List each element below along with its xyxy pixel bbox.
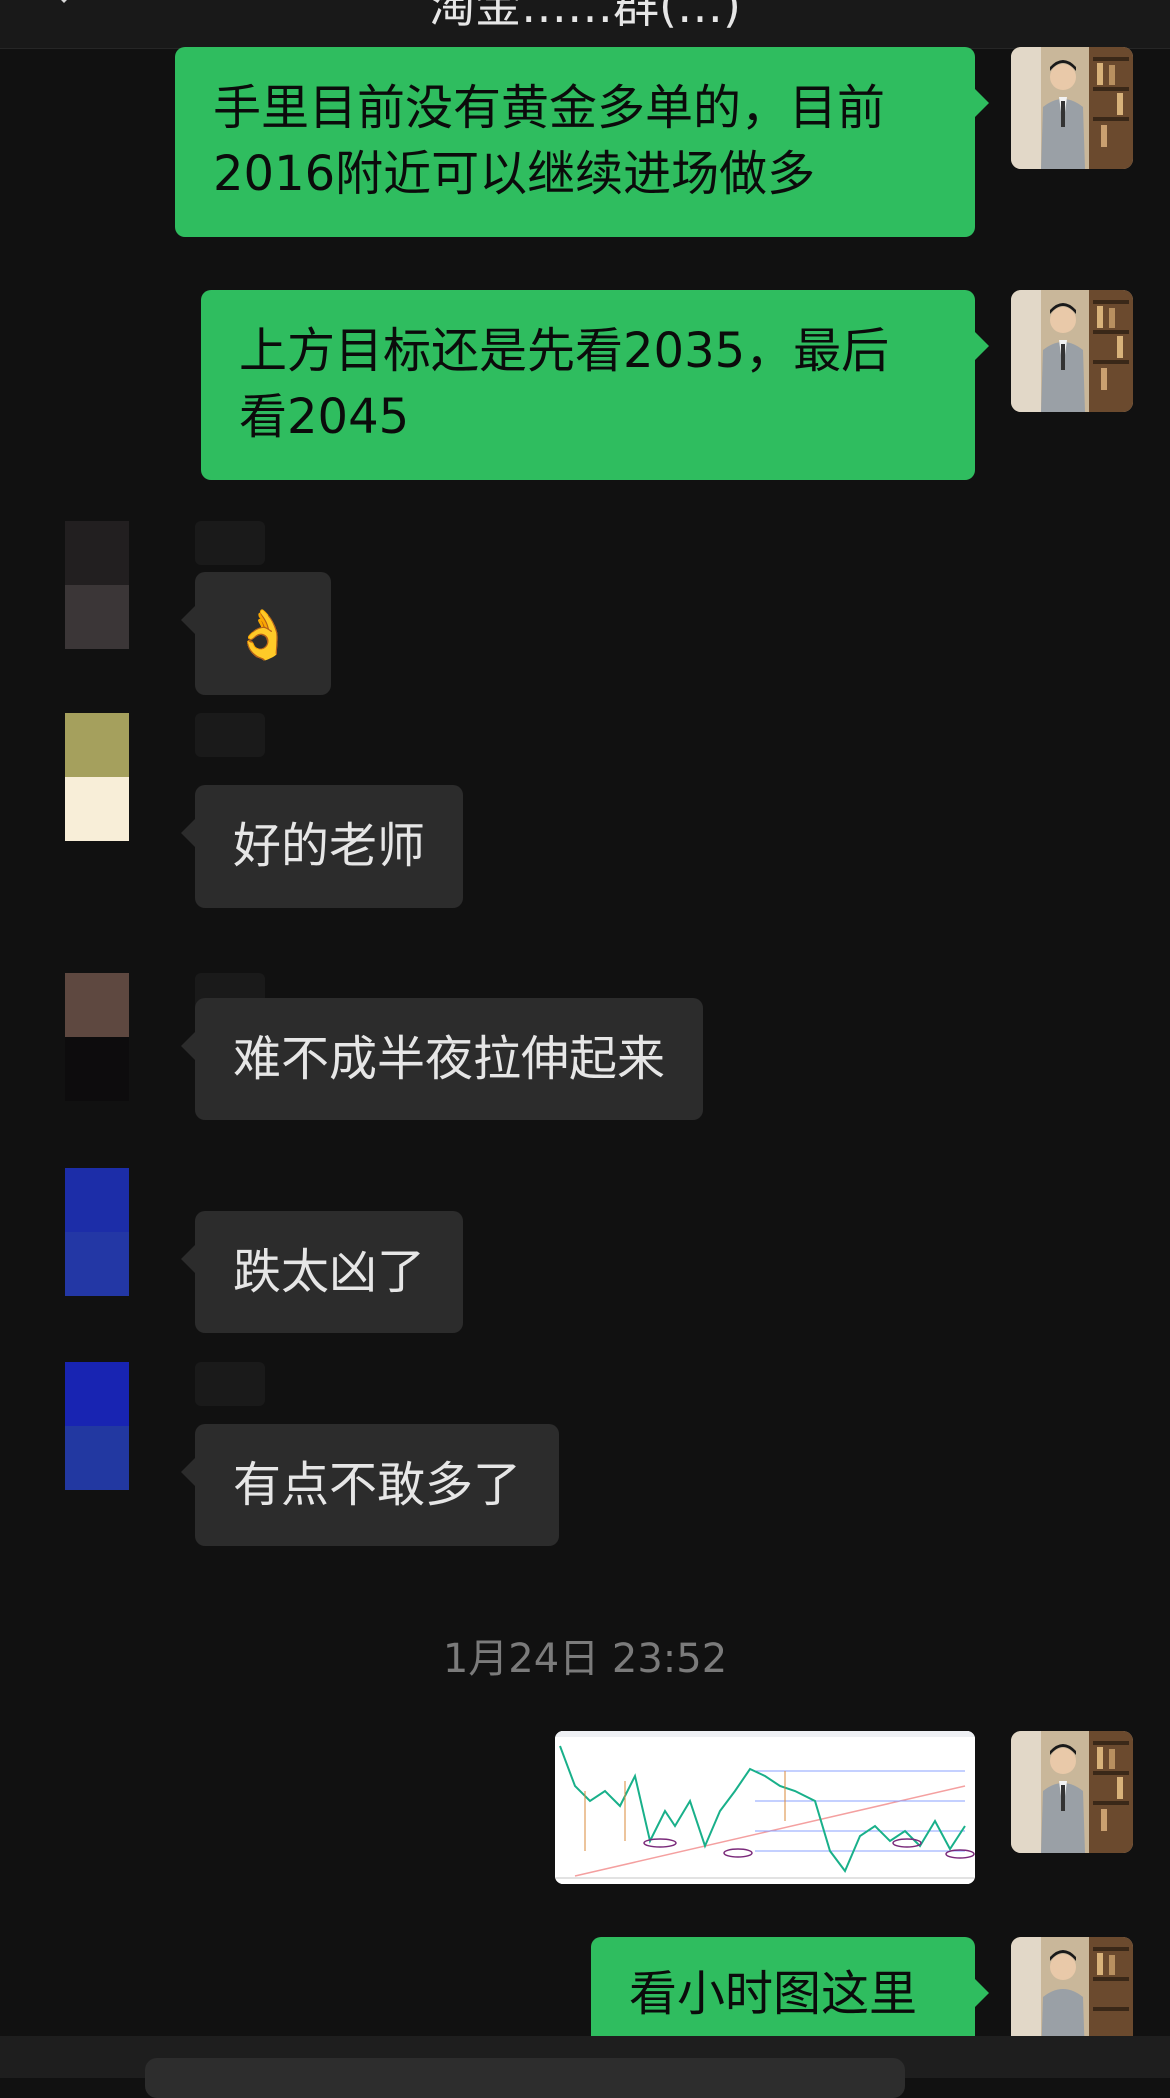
avatar-block bbox=[65, 1362, 129, 1426]
message-bubble-outgoing[interactable]: 手里目前没有黄金多单的，目前2016附近可以继续进场做多 bbox=[175, 47, 989, 237]
avatar-block bbox=[65, 713, 129, 777]
contact-avatar[interactable] bbox=[65, 521, 129, 649]
avatar-block bbox=[65, 585, 129, 649]
sender-name bbox=[195, 521, 265, 565]
person-photo-icon bbox=[1011, 47, 1133, 169]
chart-image-message[interactable] bbox=[555, 1731, 975, 1884]
message-text: 好的老师 bbox=[233, 818, 426, 874]
message-bubble-incoming[interactable]: 好的老师 bbox=[180, 785, 464, 908]
message-bubble-outgoing[interactable]: 上方目标还是先看2035，最后看2045 bbox=[201, 290, 989, 480]
message-input[interactable] bbox=[145, 2058, 905, 2098]
avatar-block bbox=[65, 1232, 129, 1296]
message-text: 难不成半夜拉伸起来 bbox=[233, 1031, 666, 1087]
message-timestamp: 1月24日 23:52 bbox=[442, 1636, 728, 1682]
my-avatar[interactable] bbox=[1011, 290, 1133, 412]
input-bar bbox=[0, 2036, 1170, 2098]
contact-avatar[interactable] bbox=[65, 1362, 129, 1490]
emoji-ok: 👌 bbox=[233, 607, 293, 663]
my-avatar[interactable] bbox=[1011, 47, 1133, 169]
message-bubble-incoming[interactable]: 难不成半夜拉伸起来 bbox=[180, 998, 704, 1120]
my-avatar[interactable] bbox=[1011, 1731, 1133, 1853]
avatar-block bbox=[65, 973, 129, 1037]
chat-title: 淘金……群(…) bbox=[429, 0, 741, 33]
message-text: 手里目前没有黄金多单的，目前2016附近可以继续进场做多 bbox=[213, 80, 886, 202]
person-photo-icon bbox=[1011, 1731, 1133, 1853]
avatar-block bbox=[65, 1168, 129, 1232]
message-bubble-incoming[interactable]: 👌 bbox=[181, 572, 331, 695]
message-text: 看小时图这里 bbox=[629, 1966, 918, 2022]
sender-name bbox=[195, 713, 265, 757]
contact-avatar[interactable] bbox=[65, 713, 129, 841]
message-text: 上方目标还是先看2035，最后看2045 bbox=[239, 323, 890, 445]
contact-avatar[interactable] bbox=[65, 973, 129, 1101]
avatar-block bbox=[65, 1426, 129, 1490]
avatar-block bbox=[65, 1037, 129, 1101]
avatar-block bbox=[65, 777, 129, 841]
contact-avatar[interactable] bbox=[65, 1168, 129, 1296]
nav-bar: 淘金……群(…) bbox=[0, 0, 1170, 49]
avatar-block bbox=[65, 521, 129, 585]
message-bubble-incoming[interactable]: 有点不敢多了 bbox=[180, 1424, 560, 1546]
person-photo-icon bbox=[1011, 290, 1133, 412]
message-text: 有点不敢多了 bbox=[233, 1457, 522, 1513]
message-text: 跌太凶了 bbox=[233, 1244, 426, 1300]
sender-name bbox=[195, 1362, 265, 1406]
message-bubble-incoming[interactable]: 跌太凶了 bbox=[180, 1211, 464, 1333]
trading-chart-thumbnail bbox=[555, 1731, 975, 1884]
